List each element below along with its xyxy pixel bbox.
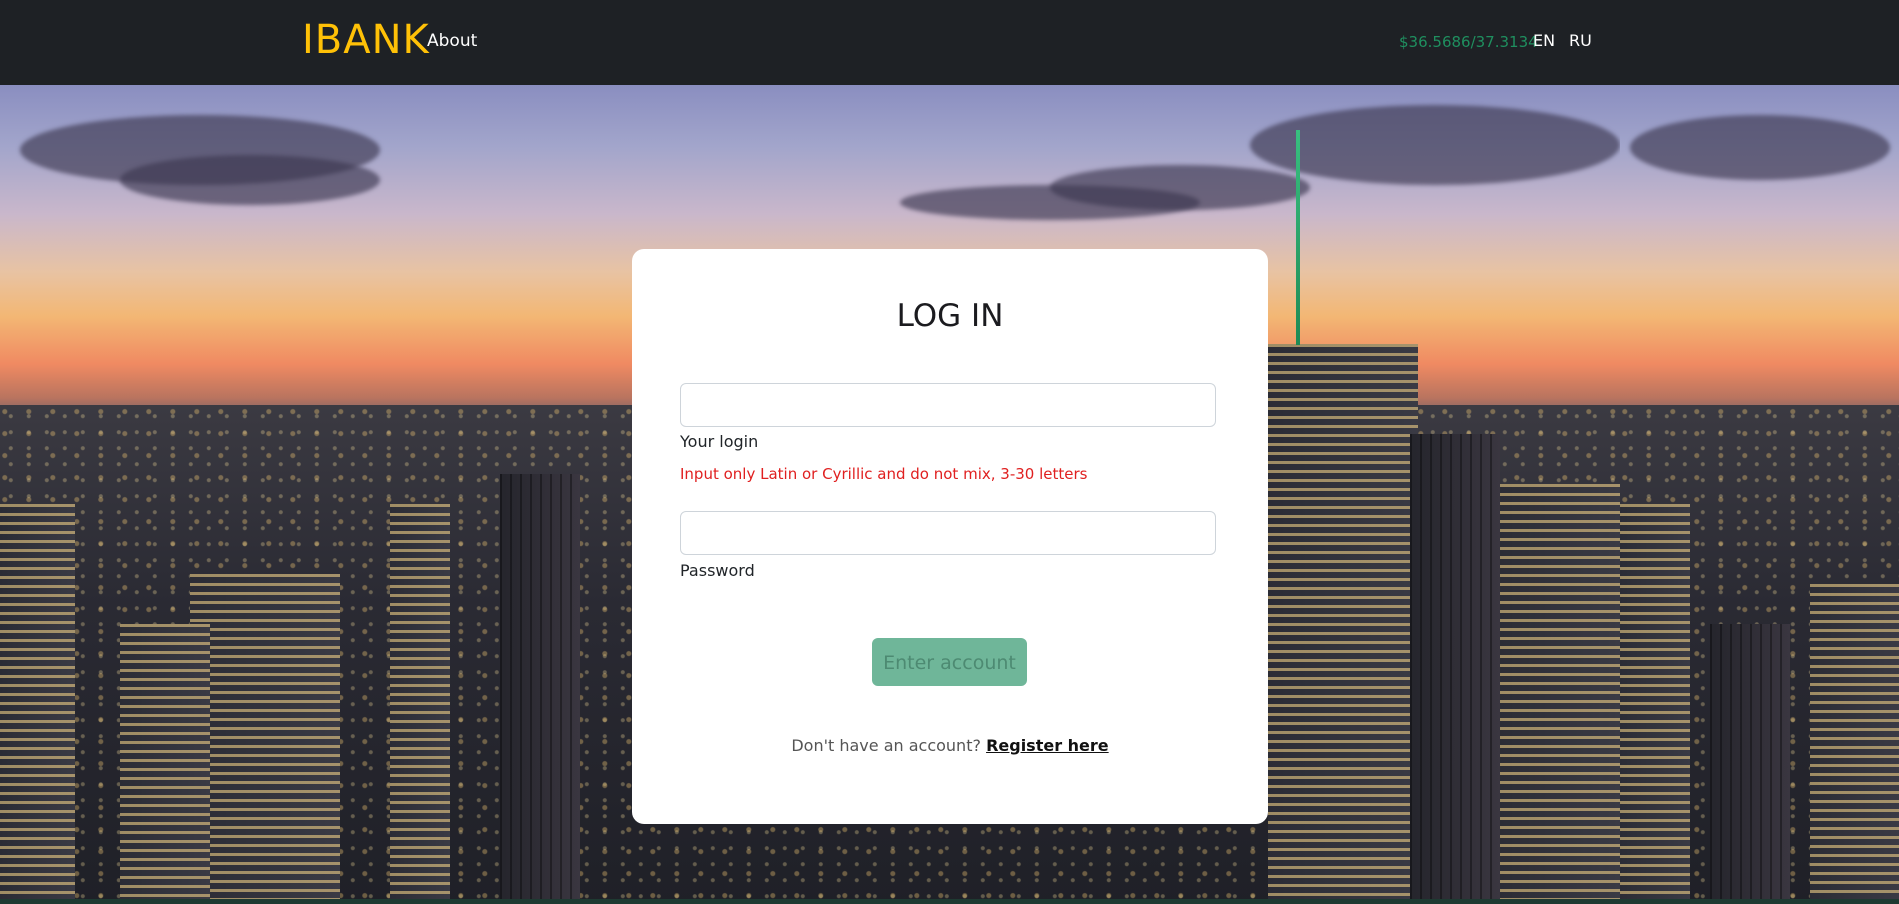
login-input[interactable] xyxy=(680,383,1216,427)
nav-link-about[interactable]: About xyxy=(427,31,477,51)
login-title: LOG IN xyxy=(896,298,1004,334)
register-prompt-row: Don't have an account? Register here xyxy=(632,736,1268,756)
register-link[interactable]: Register here xyxy=(986,736,1109,755)
top-navbar: IBANK About $36.5686/37.3134 EN RU xyxy=(0,0,1899,85)
cityscape-side xyxy=(1620,85,1899,904)
enter-account-button[interactable]: Enter account xyxy=(872,638,1027,686)
password-input[interactable] xyxy=(680,511,1216,555)
login-card: LOG IN Your login Input only Latin or Cy… xyxy=(632,249,1268,824)
password-label: Password xyxy=(680,561,755,580)
exchange-rate: $36.5686/37.3134 xyxy=(1399,33,1538,51)
language-en-button[interactable]: EN xyxy=(1533,31,1555,51)
brand-logo[interactable]: IBANK xyxy=(302,16,430,64)
register-prompt-text: Don't have an account? xyxy=(791,736,981,755)
login-label: Your login xyxy=(680,432,759,451)
language-ru-button[interactable]: RU xyxy=(1569,31,1592,51)
login-error-message: Input only Latin or Cyrillic and do not … xyxy=(680,465,1088,483)
